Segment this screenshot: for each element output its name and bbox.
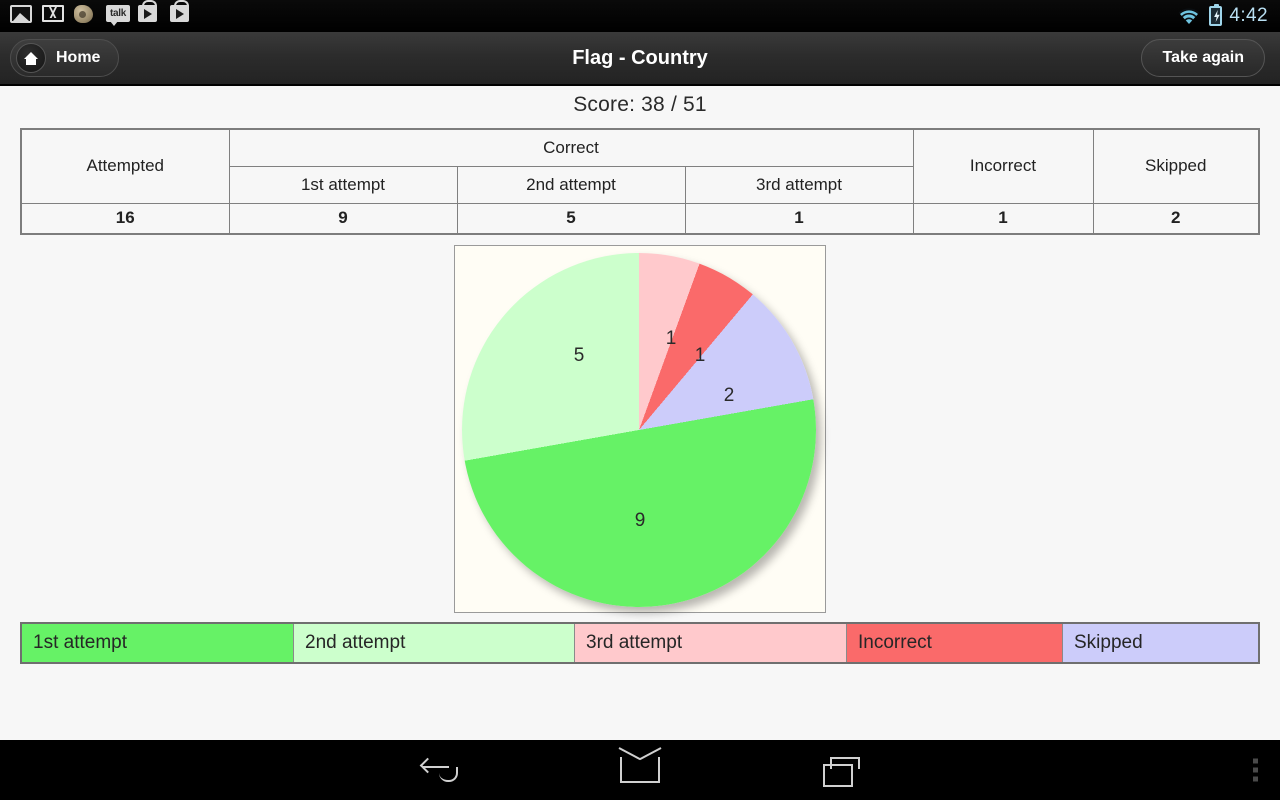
header-1st-attempt: 1st attempt <box>228 165 458 204</box>
value-1st-attempt: 9 <box>228 202 458 235</box>
play-store-icon <box>138 0 162 27</box>
home-icon <box>16 43 46 73</box>
legend-item-2nd-attempt: 2nd attempt <box>294 624 575 662</box>
value-2nd-attempt: 5 <box>456 202 686 235</box>
value-incorrect: 1 <box>912 202 1094 235</box>
take-again-button[interactable]: Take again <box>1141 39 1265 77</box>
results-table: Attempted Correct Incorrect Skipped 1st … <box>20 128 1260 235</box>
gallery-icon <box>10 5 34 27</box>
home-nav-button[interactable] <box>540 757 740 783</box>
clock: 4:42 <box>1229 5 1268 26</box>
battery-charging-icon <box>1209 4 1223 26</box>
value-attempted: 16 <box>20 202 230 235</box>
header-2nd-attempt: 2nd attempt <box>456 165 686 204</box>
page-title: Flag - Country <box>572 46 708 69</box>
legend-item-1st-attempt: 1st attempt <box>22 624 294 662</box>
status-notification-icons: talk <box>0 0 194 27</box>
back-icon <box>419 757 458 783</box>
header-3rd-attempt: 3rd attempt <box>684 165 914 204</box>
status-system-icons: 4:42 <box>1176 4 1280 27</box>
header-incorrect: Incorrect <box>912 128 1094 204</box>
overflow-menu-icon <box>1253 776 1258 782</box>
header-attempted: Attempted <box>20 128 230 204</box>
header-correct: Correct <box>228 128 914 167</box>
wifi-icon <box>1179 8 1200 24</box>
table-value-row: 16 9 5 1 1 2 <box>20 202 1260 235</box>
value-3rd-attempt: 1 <box>684 202 914 235</box>
android-navigation-bar <box>0 740 1280 800</box>
gmail-icon <box>42 5 66 27</box>
home-button-label: Home <box>56 49 101 66</box>
play-movies-icon <box>170 0 194 27</box>
pie-chart-container: 11295 <box>454 245 826 613</box>
legend-item-3rd-attempt: 3rd attempt <box>575 624 847 662</box>
action-bar: Home Flag - Country Take again <box>0 32 1280 86</box>
status-bar: talk 4:42 <box>0 0 1280 32</box>
home-icon <box>620 757 660 783</box>
app-blob-icon <box>74 5 98 27</box>
score-text: Score: 38 / 51 <box>573 93 707 116</box>
home-button[interactable]: Home <box>10 39 120 77</box>
talk-icon: talk <box>106 5 130 27</box>
pie-chart <box>462 253 816 607</box>
overflow-menu-icon <box>1253 767 1258 773</box>
table-header-row-1: Attempted Correct Incorrect Skipped <box>20 128 1260 204</box>
back-button[interactable] <box>340 757 540 783</box>
header-skipped: Skipped <box>1092 128 1260 204</box>
chart-legend: 1st attempt 2nd attempt 3rd attempt Incorre… <box>20 622 1260 664</box>
talk-icon-label: talk <box>106 5 130 26</box>
overflow-menu-button[interactable] <box>1253 758 1258 782</box>
results-screen: Score: 38 / 51 Attempted Correct Incorre… <box>0 86 1280 740</box>
value-skipped: 2 <box>1092 202 1260 235</box>
recents-button[interactable] <box>740 756 940 787</box>
legend-item-incorrect: Incorrect <box>847 624 1063 662</box>
legend-item-skipped: Skipped <box>1063 624 1258 662</box>
recents-icon <box>823 756 860 787</box>
overflow-menu-icon <box>1253 758 1258 764</box>
